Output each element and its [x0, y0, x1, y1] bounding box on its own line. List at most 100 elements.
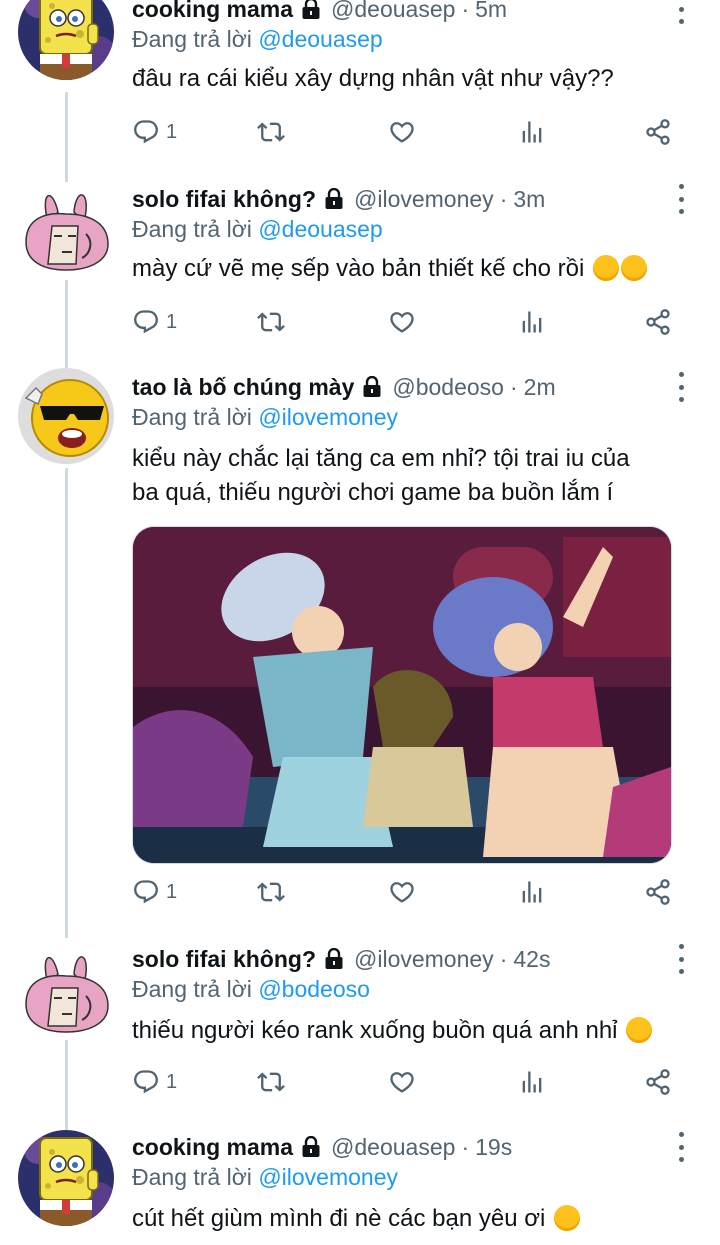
tweet-text-line: kiểu này chắc lại tăng ca em nhỉ? tội tr… [132, 445, 630, 472]
like-icon [388, 1068, 416, 1096]
reply-icon [132, 878, 160, 906]
reply-count: 1 [166, 120, 178, 143]
display-name[interactable]: cooking mama [132, 1134, 293, 1161]
separator-dot: · [509, 373, 518, 400]
mention-link[interactable]: @ilovemoney [258, 404, 398, 430]
tweet-text: mày cứ vẽ mẹ sếp vào bản thiết kế cho rồ… [132, 255, 585, 282]
reply-count: 1 [166, 310, 178, 333]
reply-count: 1 [166, 1070, 178, 1093]
tweet-text-container: cút hết giùm mình đi nè các bạn yêu ơi [132, 1202, 680, 1236]
more-icon[interactable] [676, 0, 686, 24]
hugging-face-emoji [592, 255, 619, 281]
tweet-text: thiếu người kéo rank xuống buồn quá anh … [132, 1017, 618, 1044]
tweet-text: đâu ra cái kiểu xây dựng nhân vật như vậ… [132, 65, 614, 92]
more-icon[interactable] [676, 1132, 686, 1162]
share-button[interactable] [644, 1066, 672, 1098]
timestamp[interactable]: 2m [524, 374, 556, 401]
mention-link[interactable]: @deouasep [258, 216, 382, 242]
user-handle[interactable]: @ilovemoney [354, 946, 494, 973]
more-icon[interactable] [676, 944, 686, 974]
share-button[interactable] [644, 306, 672, 338]
tweet[interactable]: tao là bố chúng mày @bodeoso · 2m Đang t… [0, 364, 720, 924]
like-icon [388, 878, 416, 906]
tweet-actions: 1 [132, 876, 682, 908]
like-icon [388, 118, 416, 146]
timestamp[interactable]: 5m [475, 0, 507, 23]
timestamp[interactable]: 19s [475, 1134, 512, 1161]
reply-button[interactable]: 1 [132, 306, 177, 338]
share-button[interactable] [644, 876, 672, 908]
like-button[interactable] [388, 876, 416, 908]
replying-prefix: Đang trả lời [132, 216, 252, 242]
user-handle[interactable]: @deouasep [331, 0, 455, 23]
tweet-actions: 1 [132, 306, 682, 338]
reply-button[interactable]: 1 [132, 116, 177, 148]
replying-to: Đang trả lời @deouasep [132, 26, 383, 53]
separator-dot: · [499, 185, 508, 212]
retweet-icon [257, 308, 285, 336]
spongebob-avatar[interactable] [18, 0, 114, 80]
separator-dot: · [499, 945, 508, 972]
mention-link[interactable]: @deouasep [258, 26, 382, 52]
retweet-icon [257, 878, 285, 906]
display-name[interactable]: cooking mama [132, 0, 293, 23]
reply-button[interactable]: 1 [132, 876, 177, 908]
like-button[interactable] [388, 116, 416, 148]
replying-prefix: Đang trả lời [132, 404, 252, 430]
share-icon [644, 308, 672, 336]
reply-icon [132, 118, 160, 146]
lock-icon [301, 1136, 321, 1158]
timestamp[interactable]: 3m [513, 186, 545, 213]
more-icon[interactable] [676, 372, 686, 402]
retweet-button[interactable] [257, 876, 285, 908]
sunglasses-smiley-avatar[interactable] [18, 368, 114, 464]
tweet[interactable]: solo fifai không? @ilovemoney · 3m Đang … [0, 176, 720, 356]
like-button[interactable] [388, 306, 416, 338]
mention-link[interactable]: @bodeoso [258, 976, 370, 1002]
replying-prefix: Đang trả lời [132, 976, 252, 1002]
lock-icon [301, 0, 321, 20]
tweet[interactable]: solo fifai không? @ilovemoney · 42s Đang… [0, 938, 720, 1118]
tweet-actions: 1 [132, 1066, 682, 1098]
lock-icon [324, 188, 344, 210]
user-handle[interactable]: @bodeoso [392, 374, 504, 401]
tweet-text-container: mày cứ vẽ mẹ sếp vào bản thiết kế cho rồ… [132, 252, 680, 286]
tweet-text-container: kiểu này chắc lại tăng ca em nhỉ? tội tr… [132, 442, 680, 510]
replying-to: Đang trả lời @ilovemoney [132, 1164, 398, 1191]
timestamp[interactable]: 42s [513, 946, 550, 973]
share-button[interactable] [644, 116, 672, 148]
lock-icon [324, 948, 344, 970]
more-icon[interactable] [676, 184, 686, 214]
analytics-button[interactable] [518, 1066, 546, 1098]
retweet-button[interactable] [257, 1066, 285, 1098]
analytics-button[interactable] [518, 876, 546, 908]
display-name[interactable]: tao là bố chúng mày [132, 374, 354, 401]
tweet-media-image[interactable] [132, 526, 672, 864]
retweet-icon [257, 118, 285, 146]
display-name[interactable]: solo fifai không? [132, 186, 316, 213]
analytics-button[interactable] [518, 306, 546, 338]
tweet[interactable]: cooking mama @deouasep · 19s Đang trả lờ… [0, 1126, 720, 1245]
pink-bunny-avatar[interactable] [18, 182, 114, 278]
reply-button[interactable]: 1 [132, 1066, 177, 1098]
mention-link[interactable]: @ilovemoney [258, 1164, 398, 1190]
user-handle[interactable]: @ilovemoney [354, 186, 494, 213]
tweet[interactable]: cooking mama @deouasep · 5m Đang trả lời… [0, 0, 720, 160]
user-handle[interactable]: @deouasep [331, 1134, 455, 1161]
pink-bunny-avatar[interactable] [18, 944, 114, 1040]
replying-prefix: Đang trả lời [132, 26, 252, 52]
separator-dot: · [461, 1133, 470, 1160]
retweet-icon [257, 1068, 285, 1096]
replying-to: Đang trả lời @bodeoso [132, 976, 370, 1003]
reply-count: 1 [166, 880, 178, 903]
retweet-button[interactable] [257, 306, 285, 338]
hugging-face-emoji [620, 255, 647, 281]
tweet-text: cút hết giùm mình đi nè các bạn yêu ơi [132, 1205, 546, 1232]
lock-icon [362, 376, 382, 398]
analytics-button[interactable] [518, 116, 546, 148]
analytics-icon [518, 118, 546, 146]
retweet-button[interactable] [257, 116, 285, 148]
like-button[interactable] [388, 1066, 416, 1098]
spongebob-avatar[interactable] [18, 1130, 114, 1226]
display-name[interactable]: solo fifai không? [132, 946, 316, 973]
